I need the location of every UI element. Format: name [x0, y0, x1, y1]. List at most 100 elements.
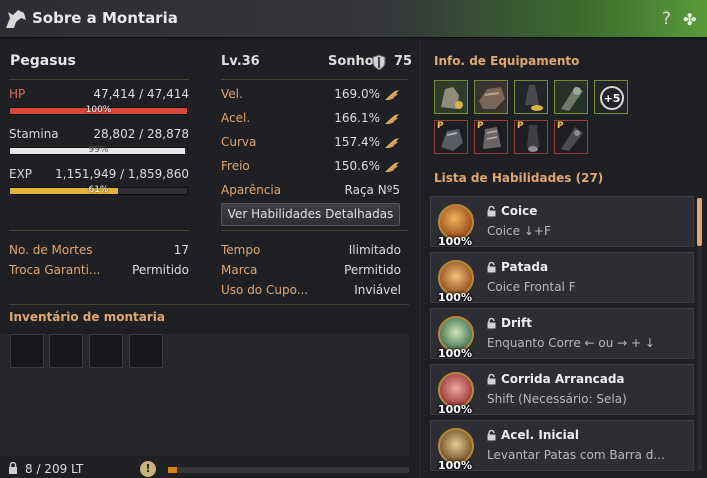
enhance-level-label: +5 [604, 92, 621, 105]
time-value: Ilimitado [348, 243, 401, 257]
shield-icon [372, 54, 386, 71]
equipment-slot-pearl-1[interactable]: P [434, 120, 468, 154]
skill-description: Shift (Necessário: Sela) [487, 392, 627, 406]
dream-value: 75 [394, 54, 413, 69]
equipment-slot-saddle[interactable] [434, 80, 468, 114]
skill-item[interactable]: 100% Acel. Inicial Levantar Patas com Ba… [430, 420, 694, 472]
speed-label: Vel. [221, 87, 243, 101]
appearance-value: Raça Nº5 [344, 183, 400, 197]
hp-value: 47,414 / 47,414 [93, 87, 189, 101]
weight-bar-fill [168, 467, 178, 473]
wing-icon [385, 90, 399, 100]
hp-percent: 100% [85, 105, 112, 115]
turning-label: Curva [221, 135, 257, 149]
skill-name: Drift [501, 316, 532, 330]
lock-icon [487, 430, 496, 441]
skill-percent: 100% [438, 235, 472, 248]
speed-value: 169.0% [334, 87, 380, 101]
mark-label: Marca [221, 263, 258, 277]
equipment-skills-panel: Info. de Equipamento +5 P P P P Lista de… [419, 40, 707, 478]
coupon-value: Inviável [354, 283, 401, 297]
skills-title: Lista de Habilidades (27) [434, 171, 604, 185]
weight-bar [168, 467, 409, 473]
inventory-slot[interactable] [129, 334, 163, 368]
pearl-marker: P [437, 121, 444, 131]
inventory-grid [0, 334, 409, 456]
enhanced-gear-icon: +5 [595, 81, 627, 113]
appearance-label: Aparência [221, 183, 282, 197]
inventory-title: Inventário de montaria [9, 310, 165, 324]
trade-value: Permitido [132, 263, 189, 277]
inventory-slot[interactable] [89, 334, 123, 368]
pearl-marker: P [517, 121, 524, 131]
inventory-footer: 8 / 209 LT ! [0, 459, 418, 478]
dream-label: Sonho [328, 54, 374, 69]
skill-description: Coice ↓+F [487, 224, 551, 238]
skill-item[interactable]: 100% Patada Coice Frontal F [430, 252, 694, 304]
mark-value: Permitido [344, 263, 401, 277]
skill-name: Coice [501, 204, 538, 218]
equipment-slot-pearl-4[interactable]: P [554, 120, 588, 154]
mount-name: Pegasus [10, 53, 76, 69]
hp-bar: 100% [9, 105, 188, 115]
skill-description: Enquanto Corre ← ou → + ↓ [487, 336, 655, 350]
coupon-label: Uso do Cupo... [221, 283, 309, 297]
stamina-bar: 99% [9, 145, 188, 155]
lock-icon [487, 374, 496, 385]
help-icon[interactable]: ? [662, 9, 671, 29]
equipment-slot-barding[interactable] [474, 80, 508, 114]
equipment-title: Info. de Equipamento [434, 54, 580, 68]
skill-item[interactable]: 100% Drift Enquanto Corre ← ou → + ↓ [430, 308, 694, 360]
scrollbar-thumb[interactable] [697, 198, 702, 246]
equipment-slot-pearl-2[interactable]: P [474, 120, 508, 154]
skill-item[interactable]: 100% Corrida Arrancada Shift (Necessário… [430, 364, 694, 416]
time-label: Tempo [221, 243, 261, 257]
view-skill-details-button[interactable]: Ver Habilidades Detalhadas [221, 203, 400, 226]
stamina-value: 28,802 / 28,878 [93, 127, 189, 141]
trade-label: Troca Garanti... [9, 263, 101, 277]
skills-scrollbar[interactable] [697, 198, 702, 470]
lock-icon [487, 318, 496, 329]
pearl-marker: P [477, 121, 484, 131]
equipment-slot-horseshoe[interactable] [554, 80, 588, 114]
exp-bar: 61% [9, 185, 188, 195]
deaths-label: No. de Mortes [9, 243, 93, 257]
divider [221, 230, 408, 231]
warning-icon[interactable]: ! [140, 461, 156, 477]
pearl-marker: P [557, 121, 564, 131]
skill-name: Acel. Inicial [501, 428, 579, 442]
weight-lock-icon [9, 462, 17, 474]
skill-description: Levantar Patas com Barra d... [487, 448, 665, 462]
deaths-value: 17 [173, 243, 189, 257]
barding-icon [475, 81, 507, 113]
equipment-slot-pearl-3[interactable]: P [514, 120, 548, 154]
divider [221, 79, 408, 80]
skill-percent: 100% [438, 403, 472, 416]
exp-label: EXP [9, 167, 33, 181]
hp-label: HP [9, 87, 26, 101]
exp-value: 1,151,949 / 1,859,860 [55, 167, 189, 181]
skill-percent: 100% [438, 291, 472, 304]
exp-percent: 61% [88, 185, 109, 195]
wing-icon [385, 162, 399, 172]
stamina-percent: 99% [88, 145, 109, 155]
skill-description: Coice Frontal F [487, 280, 576, 294]
lock-icon [487, 262, 496, 273]
inventory-slot[interactable] [49, 334, 83, 368]
acceleration-value: 166.1% [334, 111, 380, 125]
brake-label: Freio [221, 159, 250, 173]
inventory-slot[interactable] [10, 334, 44, 368]
equipment-slot-stirrups[interactable] [514, 80, 548, 114]
mount-level: Lv.36 [221, 54, 260, 69]
skill-item[interactable]: 100% Coice Coice ↓+F [430, 196, 694, 248]
wing-icon [385, 138, 399, 148]
divider [9, 230, 189, 231]
skill-percent: 100% [438, 459, 472, 472]
skill-name: Patada [501, 260, 549, 274]
lock-icon [487, 206, 496, 217]
clover-icon[interactable]: ✤ [683, 10, 696, 29]
divider [9, 79, 189, 80]
acceleration-label: Acel. [221, 111, 251, 125]
equipment-slot-enhanced[interactable]: +5 [594, 80, 628, 114]
horse-logo-icon [6, 10, 26, 28]
